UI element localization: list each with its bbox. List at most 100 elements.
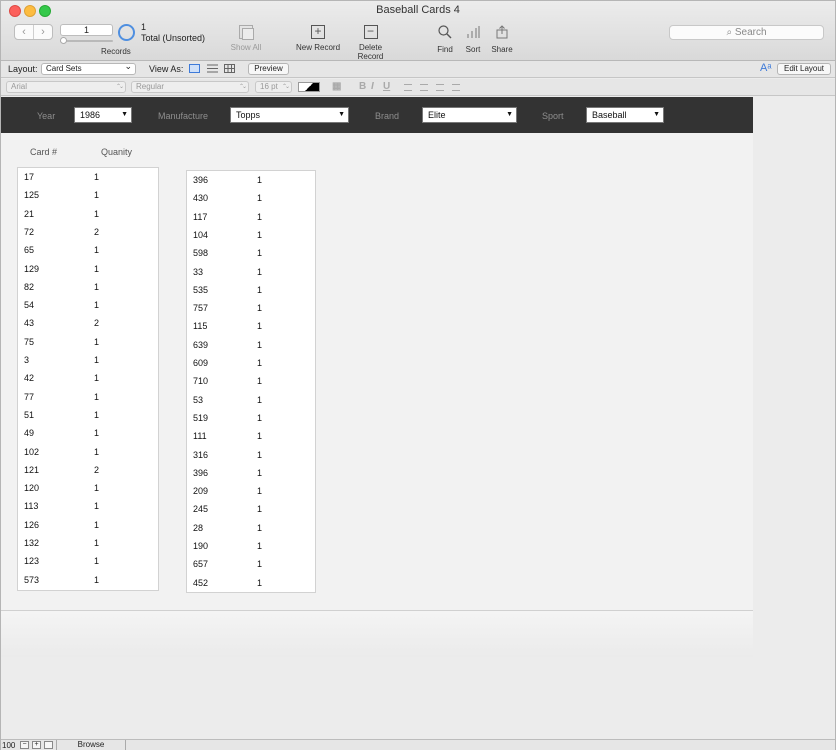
card-number-cell[interactable]: 710 <box>193 376 208 386</box>
quantity-cell[interactable]: 1 <box>257 468 262 478</box>
quantity-cell[interactable]: 1 <box>94 245 99 255</box>
card-number-cell[interactable]: 125 <box>24 190 39 200</box>
card-number-cell[interactable]: 43 <box>24 318 34 328</box>
card-number-cell[interactable]: 519 <box>193 413 208 423</box>
card-number-cell[interactable]: 121 <box>24 465 39 475</box>
portal-row[interactable]: 51 1 <box>18 406 158 424</box>
share-button[interactable]: Share <box>491 25 513 54</box>
portal-row[interactable]: 452 1 <box>187 574 315 592</box>
show-all-button[interactable]: Show All <box>230 25 262 52</box>
card-number-cell[interactable]: 77 <box>24 392 34 402</box>
card-number-cell[interactable]: 639 <box>193 340 208 350</box>
next-record-button[interactable]: › <box>34 25 52 39</box>
portal-row[interactable]: 132 1 <box>18 534 158 552</box>
card-number-cell[interactable]: 72 <box>24 227 34 237</box>
portal-row[interactable]: 65 1 <box>18 241 158 259</box>
current-record-field[interactable]: 1 <box>60 24 113 36</box>
cards-portal-right[interactable]: 396 1 430 1 117 1 104 1 598 1 33 1 535 1 757 1 115 1 639 1 6… <box>186 170 316 593</box>
record-slider[interactable] <box>60 40 113 42</box>
quantity-cell[interactable]: 1 <box>257 358 262 368</box>
portal-row[interactable]: 519 1 <box>187 409 315 427</box>
new-record-button[interactable]: + New Record <box>296 25 340 52</box>
card-number-cell[interactable]: 657 <box>193 559 208 569</box>
table-view-icon[interactable] <box>224 64 235 73</box>
portal-row[interactable]: 104 1 <box>187 226 315 244</box>
portal-row[interactable]: 396 1 <box>187 171 315 189</box>
card-number-cell[interactable]: 28 <box>193 523 203 533</box>
card-number-cell[interactable]: 33 <box>193 267 203 277</box>
portal-row[interactable]: 598 1 <box>187 244 315 262</box>
portal-row[interactable]: 535 1 <box>187 281 315 299</box>
font-select[interactable]: Arial <box>6 81 126 93</box>
preview-button[interactable]: Preview <box>248 63 289 75</box>
card-number-cell[interactable]: 102 <box>24 447 39 457</box>
quantity-cell[interactable]: 1 <box>94 373 99 383</box>
card-number-cell[interactable]: 396 <box>193 468 208 478</box>
form-view-icon[interactable] <box>189 64 200 73</box>
card-number-cell[interactable]: 452 <box>193 578 208 588</box>
card-number-cell[interactable]: 51 <box>24 410 34 420</box>
portal-row[interactable]: 125 1 <box>18 186 158 204</box>
card-number-cell[interactable]: 430 <box>193 193 208 203</box>
quantity-cell[interactable]: 1 <box>94 264 99 274</box>
quantity-cell[interactable]: 1 <box>257 541 262 551</box>
quantity-cell[interactable]: 1 <box>94 556 99 566</box>
quantity-cell[interactable]: 2 <box>94 227 99 237</box>
highlight-icon[interactable]: ▦ <box>332 81 341 92</box>
align-left-icon[interactable] <box>404 84 412 91</box>
quantity-cell[interactable]: 1 <box>94 410 99 420</box>
quantity-cell[interactable]: 1 <box>257 267 262 277</box>
year-select[interactable]: 1986 ▼ <box>74 107 132 123</box>
quantity-cell[interactable]: 1 <box>257 376 262 386</box>
bold-icon[interactable]: B <box>359 81 366 92</box>
manufacture-select[interactable]: Topps ▼ <box>230 107 349 123</box>
sport-select[interactable]: Baseball ▼ <box>586 107 664 123</box>
card-number-cell[interactable]: 113 <box>24 501 38 511</box>
quantity-cell[interactable]: 1 <box>257 523 262 533</box>
portal-row[interactable]: 53 1 <box>187 391 315 409</box>
portal-row[interactable]: 21 1 <box>18 205 158 223</box>
card-number-cell[interactable]: 396 <box>193 175 208 185</box>
align-right-icon[interactable] <box>436 84 444 91</box>
layout-select[interactable]: Card Sets <box>41 61 136 75</box>
record-slider-handle[interactable] <box>60 37 67 44</box>
portal-row[interactable]: 129 1 <box>18 260 158 278</box>
portal-row[interactable]: 43 2 <box>18 314 158 332</box>
quantity-cell[interactable]: 1 <box>94 172 99 182</box>
quantity-cell[interactable]: 1 <box>257 559 262 569</box>
card-number-cell[interactable]: 3 <box>24 355 29 365</box>
quantity-cell[interactable]: 1 <box>257 431 262 441</box>
portal-row[interactable]: 49 1 <box>18 424 158 442</box>
quantity-cell[interactable]: 1 <box>94 538 99 548</box>
portal-row[interactable]: 117 1 <box>187 208 315 226</box>
card-number-cell[interactable]: 54 <box>24 300 34 310</box>
portal-row[interactable]: 113 1 <box>18 497 158 515</box>
italic-icon[interactable]: I <box>371 81 374 92</box>
quantity-cell[interactable]: 1 <box>257 248 262 258</box>
quantity-cell[interactable]: 1 <box>257 486 262 496</box>
zoom-level[interactable]: 100 <box>2 741 15 750</box>
quantity-cell[interactable]: 1 <box>94 209 99 219</box>
quantity-cell[interactable]: 1 <box>257 450 262 460</box>
zoom-out-button[interactable]: − <box>20 741 29 749</box>
portal-row[interactable]: 757 1 <box>187 299 315 317</box>
portal-row[interactable]: 430 1 <box>187 189 315 207</box>
card-number-cell[interactable]: 49 <box>24 428 34 438</box>
quantity-cell[interactable]: 1 <box>94 520 99 530</box>
portal-row[interactable]: 72 2 <box>18 223 158 241</box>
portal-row[interactable]: 657 1 <box>187 555 315 573</box>
card-number-cell[interactable]: 757 <box>193 303 208 313</box>
card-number-cell[interactable]: 82 <box>24 282 34 292</box>
brand-select[interactable]: Elite ▼ <box>422 107 517 123</box>
mode-indicator[interactable]: Browse <box>56 740 126 750</box>
quantity-cell[interactable]: 1 <box>94 428 99 438</box>
zoom-in-button[interactable]: + <box>32 741 41 749</box>
card-number-cell[interactable]: 65 <box>24 245 34 255</box>
card-number-cell[interactable]: 17 <box>24 172 34 182</box>
card-number-cell[interactable]: 573 <box>24 575 39 585</box>
search-input[interactable]: ⌕ Search <box>669 25 824 40</box>
delete-record-button[interactable]: − Delete Record <box>345 25 396 61</box>
previous-record-button[interactable]: ‹ <box>15 25 34 39</box>
portal-row[interactable]: 609 1 <box>187 354 315 372</box>
portal-row[interactable]: 17 1 <box>18 168 158 186</box>
